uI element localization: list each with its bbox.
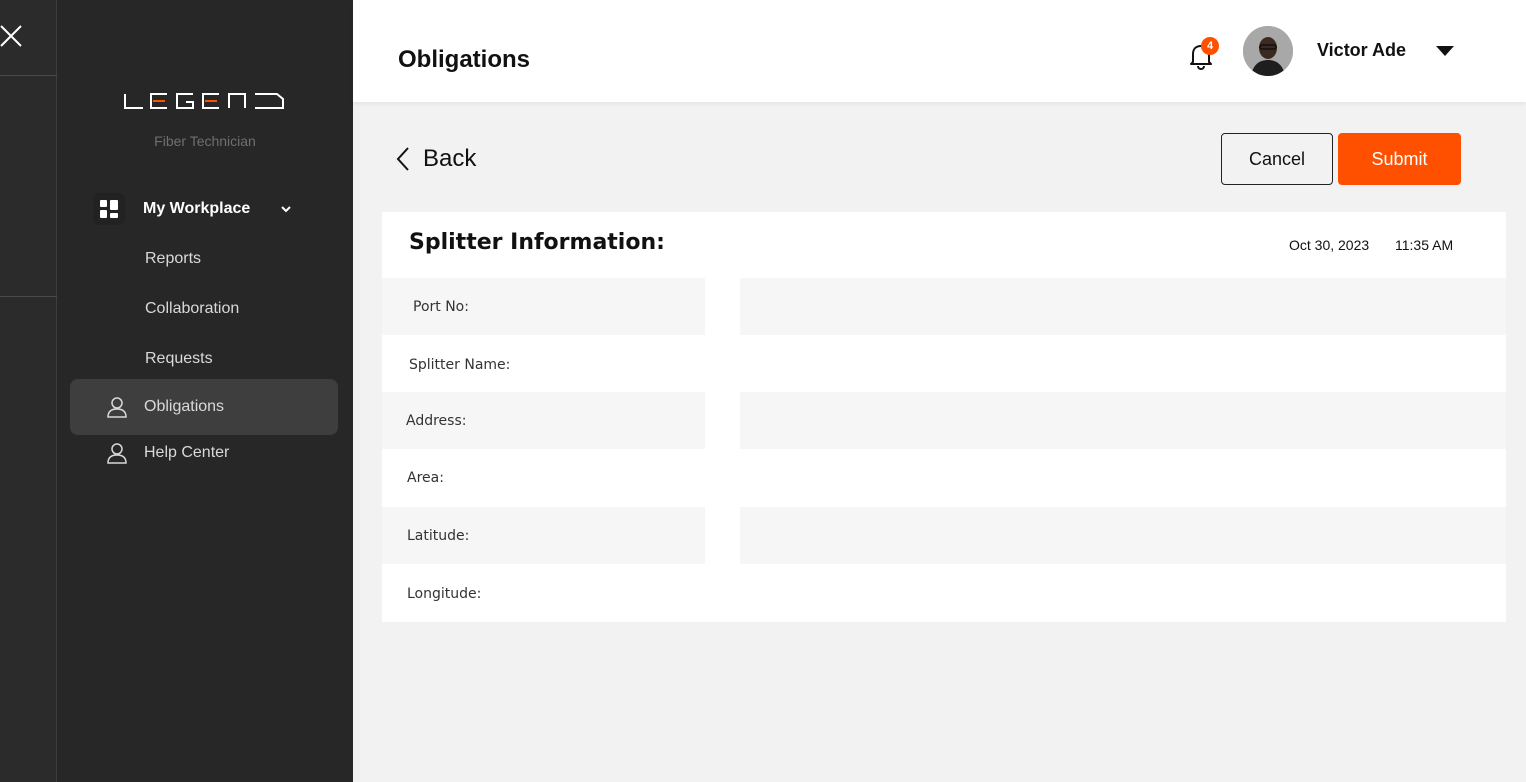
card-title: Splitter Information: bbox=[409, 230, 665, 255]
field-label: Address: bbox=[406, 413, 467, 429]
field-label-cell: Address: bbox=[382, 392, 705, 449]
card-date: Oct 30, 2023 bbox=[1289, 237, 1370, 253]
back-button[interactable]: Back bbox=[393, 144, 476, 174]
field-label: Latitude: bbox=[407, 528, 470, 544]
user-name[interactable]: Victor Ade bbox=[1317, 40, 1406, 61]
address-input[interactable] bbox=[740, 392, 1506, 449]
field-row-port-no: Port No: bbox=[382, 278, 1506, 335]
sidebar-item-label: Help Center bbox=[144, 444, 230, 461]
sidebar-item-label: Obligations bbox=[144, 398, 225, 415]
splitter-info-card: Splitter Information: Oct 30, 2023 11:35… bbox=[382, 212, 1506, 622]
chevron-left-icon bbox=[396, 147, 409, 171]
rail-divider bbox=[0, 296, 57, 297]
field-label-cell: Latitude: bbox=[382, 507, 705, 564]
back-label: Back bbox=[423, 145, 477, 172]
field-label: Port No: bbox=[413, 299, 469, 315]
field-label-cell: Port No: bbox=[382, 278, 705, 335]
chevron-down-icon[interactable] bbox=[279, 202, 293, 216]
longitude-input[interactable] bbox=[740, 565, 1506, 622]
sidebar-item-collaboration[interactable]: Collaboration bbox=[145, 300, 239, 318]
port-no-input[interactable] bbox=[740, 278, 1506, 335]
submit-button[interactable]: Submit bbox=[1338, 133, 1461, 185]
close-icon[interactable] bbox=[0, 24, 24, 48]
field-label: Splitter Name: bbox=[409, 357, 511, 373]
area-input[interactable] bbox=[740, 449, 1506, 506]
field-label: Longitude: bbox=[407, 586, 482, 602]
caret-down-icon[interactable] bbox=[1435, 44, 1455, 58]
field-row-area: Area: bbox=[382, 449, 1506, 506]
field-row-longitude: Longitude: bbox=[382, 565, 1506, 622]
field-label-cell: Area: bbox=[382, 449, 705, 506]
card-time: 11:35 AM bbox=[1395, 237, 1454, 253]
sidebar-item-requests[interactable]: Requests bbox=[145, 350, 213, 368]
grid-icon bbox=[93, 193, 125, 225]
sidebar: Fiber Technician My Workplace Reports Co… bbox=[57, 0, 353, 782]
cancel-button[interactable]: Cancel bbox=[1221, 133, 1333, 185]
field-row-address: Address: bbox=[382, 392, 1506, 449]
user-icon bbox=[107, 397, 127, 418]
field-label-cell: Longitude: bbox=[382, 565, 705, 622]
sidebar-item-help-center[interactable]: Help Center bbox=[70, 425, 338, 481]
field-row-latitude: Latitude: bbox=[382, 507, 1506, 564]
nav-section-label: My Workplace bbox=[143, 200, 251, 217]
notification-badge: 4 bbox=[1201, 37, 1219, 55]
splitter-name-input[interactable] bbox=[740, 336, 1506, 393]
sidebar-item-reports[interactable]: Reports bbox=[145, 250, 201, 268]
field-label: Area: bbox=[407, 470, 444, 486]
rail-divider bbox=[0, 75, 57, 76]
top-header: Obligations 4 Victor Ade bbox=[353, 0, 1526, 102]
page-title: Obligations bbox=[398, 46, 530, 73]
role-label: Fiber Technician bbox=[154, 133, 256, 149]
legend-logo bbox=[124, 93, 284, 109]
field-row-splitter-name: Splitter Name: bbox=[382, 336, 1506, 393]
nav-my-workplace[interactable]: My Workplace bbox=[93, 190, 333, 228]
avatar[interactable] bbox=[1243, 26, 1293, 76]
field-label-cell: Splitter Name: bbox=[382, 336, 705, 393]
user-icon bbox=[107, 443, 127, 464]
latitude-input[interactable] bbox=[740, 507, 1506, 564]
left-rail bbox=[0, 0, 57, 782]
